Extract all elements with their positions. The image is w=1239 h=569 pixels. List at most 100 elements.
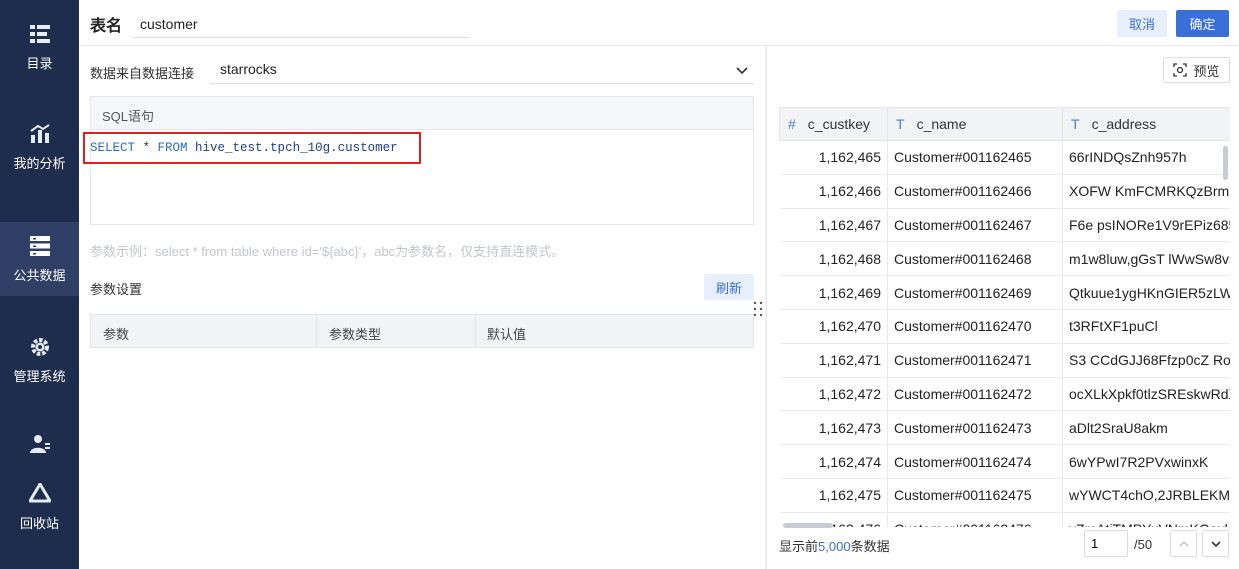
table-row: 1,162,471 Customer#001162471 S3 CCdGJJ68Ff…: [779, 343, 1230, 378]
prev-page-button[interactable]: [1170, 530, 1197, 557]
data-source-label: 数据来自数据连接: [90, 66, 195, 81]
grid-cell: Customer#001162476: [887, 512, 1063, 527]
row-count-text: 显示前5,000条数据: [779, 536, 890, 555]
sidebar-item-label: 我的分析: [13, 155, 66, 171]
chevron-down-icon: [736, 67, 748, 75]
grid-cell: 1,162,473: [779, 410, 888, 446]
sql-table-name: hive_test.tpch_10g.customer: [187, 141, 398, 155]
grid-cell: m1w8luw,gGsT lWwSw8v5: [1062, 241, 1230, 277]
table-row: 1,162,472 Customer#001162472 ocXLkXpkf0tlz…: [779, 377, 1230, 412]
vertical-scrollbar[interactable]: [1223, 146, 1228, 180]
chevron-down-icon: [1210, 540, 1221, 547]
text-type-icon: T: [896, 116, 905, 132]
drag-handle-icon[interactable]: [752, 300, 764, 318]
grid-col-header[interactable]: Tc_address: [1062, 107, 1230, 141]
text-type-icon: T: [1071, 116, 1080, 132]
grid-header-row: # c_custkey Tc_name Tc_address: [779, 107, 1230, 141]
analysis-icon: [29, 123, 50, 143]
user-icon: [29, 435, 50, 453]
param-hint: 参数示例：select * from table where id='${abc…: [90, 244, 565, 259]
grid-cell: Customer#001162470: [887, 309, 1063, 344]
preview-button-label: 预览: [1193, 63, 1220, 79]
row-count-prefix: 显示前: [779, 539, 819, 554]
number-type-icon: #: [788, 116, 796, 132]
grid-cell: 1,162,471: [779, 343, 888, 378]
grid-cell: F6e psINORe1V9rEPiz685: [1062, 208, 1230, 243]
preview-panel: 预览 # c_custkey Tc_name Tc_address 1,162,4…: [766, 46, 1239, 569]
horizontal-scrollbar[interactable]: [783, 523, 833, 528]
grid-cell: 1,162,469: [779, 275, 888, 310]
param-table-header: 参数 参数类型 默认值: [90, 314, 754, 348]
table-row: 1,162,476Customer#001162476vZmAtiTMPYxVN…: [779, 512, 1230, 527]
grid-cell: Customer#001162474: [887, 444, 1063, 479]
sidebar-item-public-data[interactable]: 公共数据: [0, 222, 79, 296]
grid-col-header[interactable]: Tc_name: [887, 107, 1063, 141]
grid-cell: Customer#001162466: [887, 174, 1063, 209]
query-panel: 数据来自数据连接 starrocks SQL语句 SELECT * FROM h…: [79, 46, 765, 569]
sql-editor[interactable]: SELECT * FROM hive_test.tpch_10g.custome…: [83, 97, 753, 224]
recycle-bin-icon: [28, 482, 51, 502]
sql-keyword-select: SELECT: [90, 141, 136, 155]
confirm-button[interactable]: 确定: [1176, 10, 1229, 37]
cancel-button[interactable]: 取消: [1117, 10, 1167, 37]
grid-cell: Customer#001162472: [887, 377, 1063, 412]
refresh-button[interactable]: 刷新: [704, 274, 754, 300]
param-col-default: 默认值: [487, 327, 527, 342]
grid-cell: t3RFtXF1puCl: [1062, 309, 1230, 344]
sidebar-item-user[interactable]: [0, 428, 79, 464]
table-row: 1,162,465 Customer#001162465 66rINDQsZnh95…: [779, 140, 1230, 175]
sidebar-item-recycle-bin[interactable]: 回收站: [0, 470, 79, 544]
grid-col-header-label: c_custkey: [807, 116, 871, 132]
grid-cell: Customer#001162471: [887, 343, 1063, 378]
grid-cell: Customer#001162469: [887, 275, 1063, 310]
sidebar-item-label: 管理系统: [13, 368, 66, 384]
page-number-input[interactable]: [1084, 530, 1128, 557]
grid-cell: 1,162,475: [779, 478, 888, 513]
table-name-label: 表名: [90, 18, 123, 35]
grid-col-header-label: c_address: [1091, 116, 1157, 132]
catalog-icon: [29, 24, 50, 43]
sidebar: 目录 我的分析 公共数据 管理系统 回收站: [0, 0, 79, 569]
grid-cell: 1,162,472: [779, 377, 888, 412]
next-page-button[interactable]: [1202, 530, 1229, 557]
grid-cell: vZmAtiTMPYxVNmKGavkh: [1062, 512, 1230, 527]
table-row: 1,162,466 Customer#001162466 XOFW KmFCMRKQ…: [779, 174, 1230, 209]
page-total: /50: [1134, 537, 1153, 552]
param-col-name: 参数: [103, 327, 130, 342]
sidebar-item-management[interactable]: 管理系统: [0, 323, 79, 397]
sql-code-line[interactable]: SELECT * FROM hive_test.tpch_10g.custome…: [83, 132, 421, 164]
sidebar-item-label: 公共数据: [13, 267, 66, 283]
table-row: 1,162,468 Customer#001162468 m1w8luw,gGsT …: [779, 241, 1230, 277]
data-source-value: starrocks: [220, 61, 277, 77]
grid-cell: XOFW KmFCMRKQzBrm S: [1062, 174, 1230, 209]
grid-cell: aDlt2SraU8akm: [1062, 410, 1230, 446]
table-row: 1,162,467 Customer#001162467 F6e psINORe1V…: [779, 208, 1230, 243]
table-row: 1,162,470 Customer#001162470 t3RFtXF1puCl: [779, 309, 1230, 344]
grid-col-header-label: c_name: [916, 116, 967, 132]
sidebar-item-analysis[interactable]: 我的分析: [0, 110, 79, 184]
sidebar-item-label: 回收站: [19, 515, 59, 531]
table-row: 1,162,473 Customer#001162473 aDlt2SraU8akm: [779, 410, 1230, 446]
sidebar-item-label: 目录: [26, 55, 53, 71]
grid-cell: Customer#001162465: [887, 140, 1063, 175]
column-divider: [316, 315, 317, 347]
param-settings-title: 参数设置: [90, 282, 143, 297]
grid-cell: wYWCT4chO,2JRBLEKMG: [1062, 478, 1230, 513]
grid-cell: 1,162,466: [779, 174, 888, 209]
grid-cell: 1,162,474: [779, 444, 888, 479]
grid-col-header[interactable]: # c_custkey: [779, 107, 888, 141]
preview-icon: [1173, 63, 1188, 77]
gear-icon: [30, 337, 49, 356]
grid-cell: 1,162,465: [779, 140, 888, 175]
grid-cell: 66rINDQsZnh957h: [1062, 140, 1230, 175]
table-name-input[interactable]: [132, 10, 470, 38]
data-source-select[interactable]: starrocks: [210, 56, 754, 84]
grid-cell: 1,162,468: [779, 241, 888, 277]
grid-cell: Customer#001162467: [887, 208, 1063, 243]
sidebar-item-catalog[interactable]: 目录: [0, 10, 79, 84]
grid-cell: Customer#001162475: [887, 478, 1063, 513]
preview-button[interactable]: 预览: [1163, 57, 1230, 83]
table-row: 1,162,475 Customer#001162475 wYWCT4chO,2JR…: [779, 478, 1230, 513]
header-bar: 表名 取消 确定: [79, 0, 1239, 46]
grid-cell: 6wYPwI7R2PVxwinxK: [1062, 444, 1230, 479]
